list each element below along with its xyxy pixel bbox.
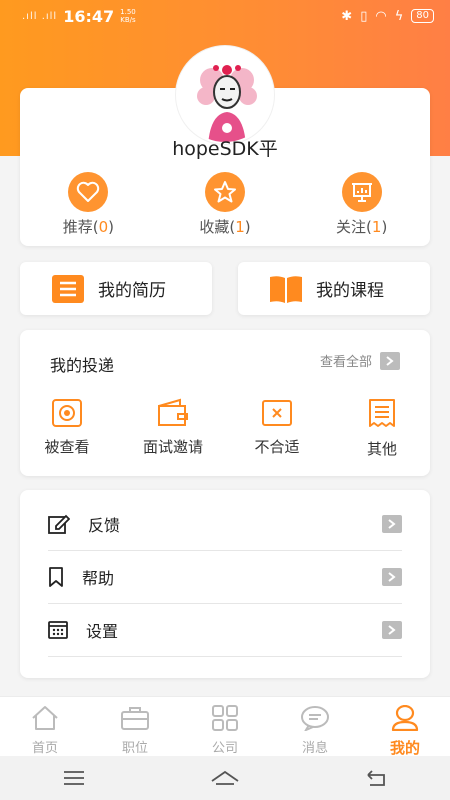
delivery-label: 其他 <box>366 440 397 458</box>
delivery-viewed[interactable]: 被查看 <box>42 398 92 457</box>
briefcase-icon <box>121 707 149 730</box>
help-row[interactable]: 帮助 <box>48 551 402 604</box>
stat-label: 收藏 <box>199 218 230 236</box>
settings-row-label: 帮助 <box>82 569 115 588</box>
stat-count: 1 <box>371 218 382 236</box>
my-deliveries-card: 我的投递 查看全部 被查看 面试邀请 不合适 其他 <box>20 330 430 476</box>
chevron-right-icon <box>380 351 400 370</box>
stat-favorites[interactable]: 收藏(1) <box>157 172 294 237</box>
delivery-label: 被查看 <box>44 438 90 456</box>
delivery-label: 面试邀请 <box>142 438 203 456</box>
receipt-icon <box>369 399 395 427</box>
grid-icon <box>212 705 238 731</box>
username: hopeSDK平 <box>172 138 278 160</box>
tab-jobs[interactable]: 职位 <box>90 697 180 756</box>
stat-label: 关注 <box>336 218 367 236</box>
chevron-right-icon <box>382 621 402 639</box>
book-icon <box>270 275 302 303</box>
settings-row-label: 设置 <box>86 622 119 641</box>
tab-label: 公司 <box>211 741 238 756</box>
chevron-right-icon <box>382 568 402 586</box>
settings-row[interactable]: 设置 <box>48 604 402 657</box>
chat-icon <box>301 706 329 733</box>
tab-mine[interactable]: 我的 <box>360 697 450 757</box>
tab-label: 消息 <box>301 741 328 756</box>
stat-count: 1 <box>235 218 245 236</box>
status-time: 16:47 <box>63 6 115 26</box>
star-icon <box>205 172 245 212</box>
delivery-interview[interactable]: 面试邀请 <box>138 398 208 457</box>
view-all-label: 查看全部 <box>319 355 372 370</box>
deliveries-title: 我的投递 <box>50 356 115 375</box>
home-icon <box>32 706 58 730</box>
bottom-tab-bar: 首页 职位 公司 消息 我的 <box>0 696 450 757</box>
delivery-rejected[interactable]: 不合适 <box>252 398 302 457</box>
heart-icon <box>68 172 109 212</box>
eye-box-icon <box>52 399 82 427</box>
my-courses-button[interactable]: 我的课程 <box>238 262 430 315</box>
tab-home[interactable]: 首页 <box>0 697 90 756</box>
tab-company[interactable]: 公司 <box>180 697 270 756</box>
my-resume-button[interactable]: 我的简历 <box>20 262 212 315</box>
vibrate-icon: ▯ <box>360 8 368 24</box>
stat-following[interactable]: 关注(1) <box>293 172 430 237</box>
feedback-row[interactable]: 反馈 <box>48 498 402 551</box>
tab-messages[interactable]: 消息 <box>270 697 360 756</box>
presentation-icon <box>341 172 382 212</box>
battery-indicator: 80 <box>411 9 434 23</box>
tab-label: 我的 <box>389 739 420 757</box>
wallet-icon <box>158 398 188 426</box>
back-icon[interactable] <box>364 769 388 787</box>
tab-label: 职位 <box>121 741 148 756</box>
signal-icon: .ıll .ıll <box>22 10 58 22</box>
settings-row-label: 反馈 <box>88 516 121 535</box>
stat-label: 推荐 <box>62 218 93 236</box>
avatar-image <box>178 48 272 142</box>
home-nav-icon[interactable] <box>210 769 240 787</box>
stat-recommend[interactable]: 推荐(0) <box>20 172 157 237</box>
view-all-link[interactable]: 查看全部 <box>320 351 400 370</box>
wifi-icon: ◠ <box>375 8 387 24</box>
profile-stats: 推荐(0) 收藏(1) 关注(1) <box>20 172 430 237</box>
status-bar: .ıll .ıll 16:47 1.50 KB/s ✱ ▯ ◠ ϟ 80 <box>0 0 450 32</box>
tab-label: 首页 <box>31 741 58 756</box>
stat-count: 0 <box>98 218 109 236</box>
network-speed: 1.50 KB/s <box>120 8 136 24</box>
avatar[interactable] <box>176 46 274 144</box>
chevron-right-icon <box>382 515 402 533</box>
x-box-icon <box>262 400 292 426</box>
charging-icon: ϟ <box>394 8 404 24</box>
bookmark-icon <box>49 567 63 587</box>
menu-icon[interactable] <box>62 770 86 786</box>
quick-action-label: 我的课程 <box>316 281 384 301</box>
bluetooth-icon: ✱ <box>341 8 353 24</box>
quick-action-label: 我的简历 <box>98 281 166 301</box>
list-icon <box>52 274 84 303</box>
system-navigation-bar <box>0 756 450 800</box>
settings-card: 反馈 帮助 设置 <box>20 490 430 678</box>
user-icon <box>391 704 419 732</box>
calendar-icon <box>48 621 68 639</box>
delivery-label: 不合适 <box>254 438 300 456</box>
edit-icon <box>48 514 70 534</box>
delivery-other[interactable]: 其他 <box>360 398 404 459</box>
